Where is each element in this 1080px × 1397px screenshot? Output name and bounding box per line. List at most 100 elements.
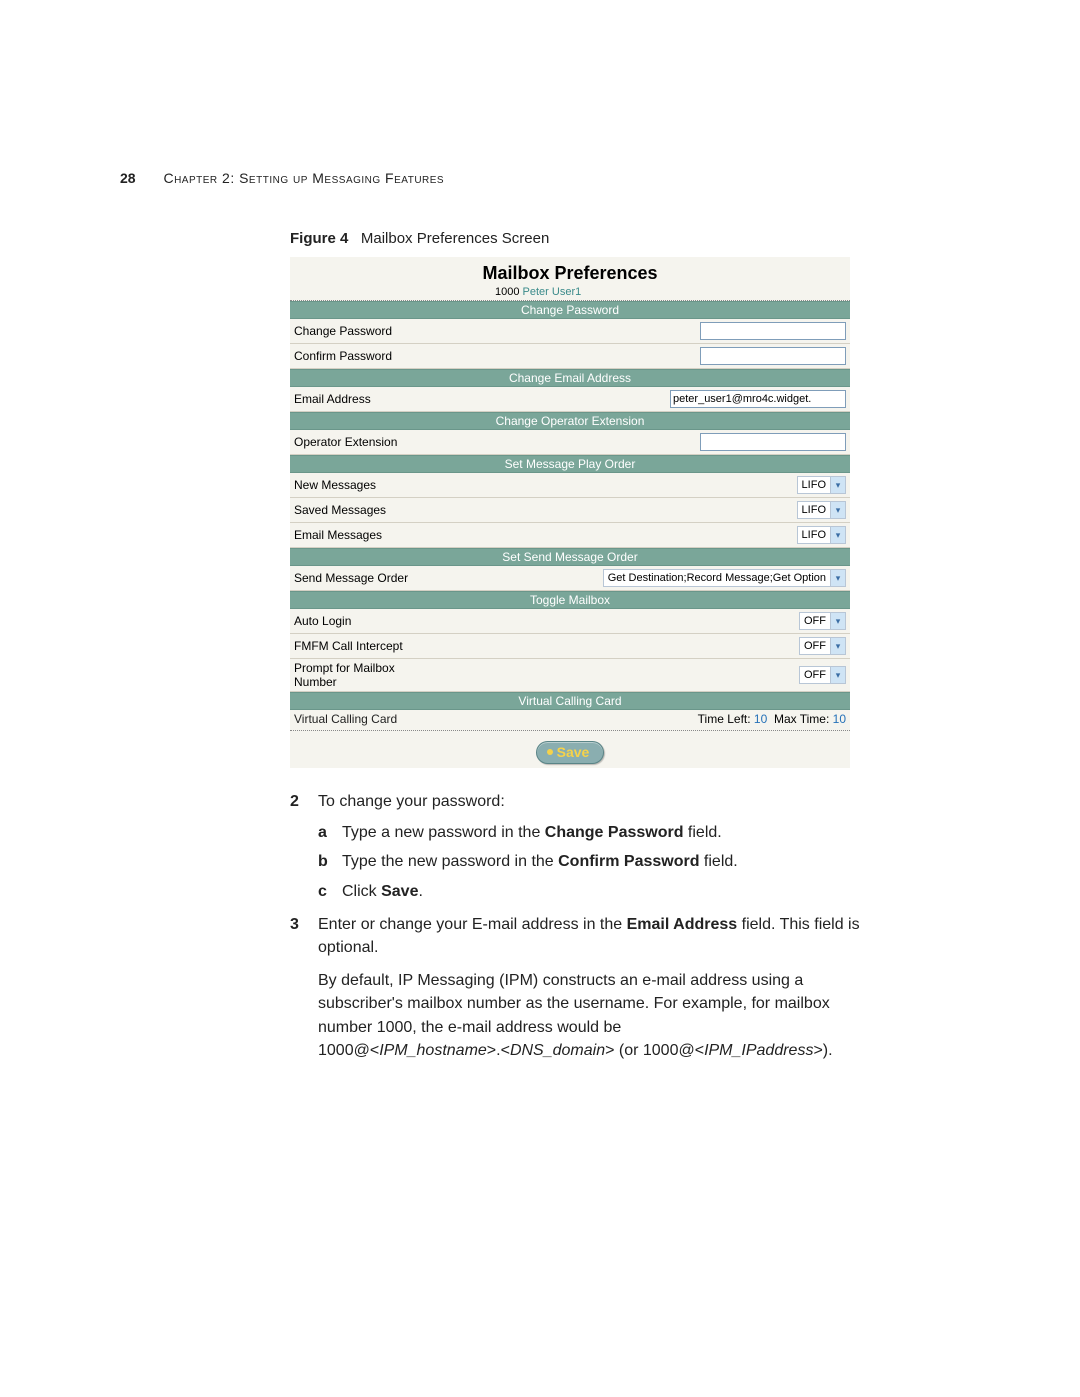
step-2b-pre: Type the new password in the: [342, 853, 558, 870]
step-2c-pre: Click: [342, 883, 381, 900]
max-time-label: Max Time:: [774, 712, 829, 726]
chevron-down-icon: ▾: [830, 527, 845, 543]
auto-login-label: Auto Login: [294, 614, 464, 628]
email-messages-select[interactable]: LIFO ▾: [797, 526, 846, 544]
save-button[interactable]: Save: [536, 741, 605, 764]
change-password-input[interactable]: [700, 322, 846, 340]
section-operator-ext: Change Operator Extension: [290, 412, 850, 430]
confirm-password-row: Confirm Password: [290, 344, 850, 369]
user-line: 1000 Peter User1: [290, 286, 850, 298]
time-left-value: 10: [754, 712, 767, 726]
section-virtual-card: Virtual Calling Card: [290, 692, 850, 710]
chevron-down-icon: ▾: [830, 477, 845, 493]
chevron-down-icon: ▾: [830, 638, 845, 654]
addr-it2: DNS_domain: [510, 1042, 605, 1059]
chevron-down-icon: ▾: [830, 502, 845, 518]
prompt-mailbox-value: OFF: [800, 667, 830, 683]
mailbox-preferences-screenshot: Mailbox Preferences 1000 Peter User1 Cha…: [290, 257, 850, 768]
email-label: Email Address: [294, 392, 464, 406]
prompt-mailbox-select[interactable]: OFF ▾: [799, 666, 846, 684]
saved-messages-row: Saved Messages LIFO ▾: [290, 498, 850, 523]
new-messages-label: New Messages: [294, 478, 464, 492]
step-2b-bold: Confirm Password: [558, 853, 699, 870]
addr-pre1: 1000@<: [318, 1042, 379, 1059]
operator-ext-row: Operator Extension: [290, 430, 850, 455]
max-time-value: 10: [833, 712, 846, 726]
step-2a-post: field.: [683, 824, 721, 841]
virtual-card-times: Time Left: 10 Max Time: 10: [698, 712, 846, 726]
step-3-addr: 1000@<IPM_hostname>.<DNS_domain> (or 100…: [318, 1039, 860, 1062]
new-messages-row: New Messages LIFO ▾: [290, 473, 850, 498]
step-2c: c Click Save.: [318, 880, 860, 903]
section-change-email: Change Email Address: [290, 369, 850, 387]
step-2-num: 2: [290, 790, 318, 813]
user-id: 1000: [495, 286, 519, 298]
email-row: Email Address: [290, 387, 850, 412]
step-2c-post: .: [418, 883, 422, 900]
time-left-label: Time Left:: [698, 712, 751, 726]
fmfm-label: FMFM Call Intercept: [294, 639, 464, 653]
addr-post: >).: [813, 1042, 832, 1059]
step-3: 3 Enter or change your E-mail address in…: [290, 913, 860, 959]
section-toggle-mailbox: Toggle Mailbox: [290, 591, 850, 609]
change-password-label: Change Password: [294, 324, 464, 338]
step-3-num: 3: [290, 913, 318, 959]
step-3-bold: Email Address: [627, 916, 738, 933]
new-messages-select[interactable]: LIFO ▾: [797, 476, 846, 494]
step-2a-letter: a: [318, 821, 342, 844]
step-3-pre: Enter or change your E-mail address in t…: [318, 916, 627, 933]
step-3-para-a: By default, IP Messaging (IPM) construct…: [318, 969, 860, 1039]
chevron-down-icon: ▾: [830, 667, 845, 683]
page-number: 28: [120, 170, 136, 186]
figure-caption-text: Mailbox Preferences Screen: [361, 230, 549, 247]
virtual-card-label: Virtual Calling Card: [294, 712, 698, 726]
send-order-select[interactable]: Get Destination;Record Message;Get Optio…: [603, 569, 846, 587]
figure-caption: Figure 4 Mailbox Preferences Screen: [290, 230, 860, 247]
auto-login-value: OFF: [800, 613, 830, 629]
auto-login-select[interactable]: OFF ▾: [799, 612, 846, 630]
chevron-down-icon: ▾: [830, 570, 845, 586]
fmfm-row: FMFM Call Intercept OFF ▾: [290, 634, 850, 659]
prompt-mailbox-row: Prompt for Mailbox Number OFF ▾: [290, 659, 850, 692]
send-order-row: Send Message Order Get Destination;Recor…: [290, 566, 850, 591]
prompt-mailbox-label: Prompt for Mailbox Number: [294, 661, 434, 689]
addr-mid1: >.<: [487, 1042, 510, 1059]
addr-it1: IPM_hostname: [379, 1042, 487, 1059]
confirm-password-label: Confirm Password: [294, 349, 464, 363]
step-2b-letter: b: [318, 850, 342, 873]
fmfm-value: OFF: [800, 638, 830, 654]
email-messages-row: Email Messages LIFO ▾: [290, 523, 850, 548]
saved-messages-value: LIFO: [798, 502, 830, 518]
step-2b-post: field.: [699, 853, 737, 870]
email-messages-label: Email Messages: [294, 528, 464, 542]
dot-icon: [547, 749, 553, 755]
virtual-card-row: Virtual Calling Card Time Left: 10 Max T…: [290, 710, 850, 728]
section-change-password: Change Password: [290, 301, 850, 319]
fmfm-select[interactable]: OFF ▾: [799, 637, 846, 655]
confirm-password-input[interactable]: [700, 347, 846, 365]
operator-ext-input[interactable]: [700, 433, 846, 451]
email-input[interactable]: [670, 390, 846, 408]
step-2a-pre: Type a new password in the: [342, 824, 545, 841]
addr-it3: IPM_IPaddress: [704, 1042, 813, 1059]
saved-messages-label: Saved Messages: [294, 503, 464, 517]
section-send-order: Set Send Message Order: [290, 548, 850, 566]
send-order-value: Get Destination;Record Message;Get Optio…: [604, 570, 830, 586]
figure-caption-prefix: Figure 4: [290, 230, 348, 247]
user-name: Peter User1: [523, 286, 582, 298]
email-messages-value: LIFO: [798, 527, 830, 543]
auto-login-row: Auto Login OFF ▾: [290, 609, 850, 634]
step-2: 2 To change your password:: [290, 790, 860, 813]
step-2c-letter: c: [318, 880, 342, 903]
new-messages-value: LIFO: [798, 477, 830, 493]
operator-ext-label: Operator Extension: [294, 435, 464, 449]
step-2b: b Type the new password in the Confirm P…: [318, 850, 860, 873]
change-password-row: Change Password: [290, 319, 850, 344]
step-2a: a Type a new password in the Change Pass…: [318, 821, 860, 844]
saved-messages-select[interactable]: LIFO ▾: [797, 501, 846, 519]
screenshot-title: Mailbox Preferences: [290, 257, 850, 286]
running-head: 28 Chapter 2: Setting up Messaging Featu…: [120, 170, 444, 186]
chevron-down-icon: ▾: [830, 613, 845, 629]
send-order-label: Send Message Order: [294, 571, 494, 585]
step-2a-bold: Change Password: [545, 824, 684, 841]
